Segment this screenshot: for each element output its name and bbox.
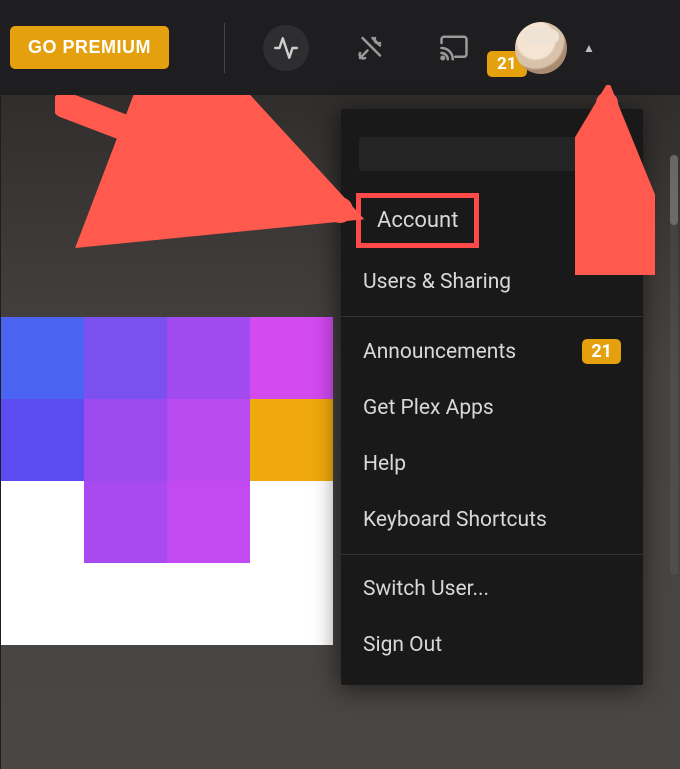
menu-item-keyboard-shortcuts[interactable]: Keyboard Shortcuts (341, 492, 643, 548)
activity-icon[interactable] (263, 25, 309, 71)
announcements-badge: 21 (582, 339, 621, 364)
menu-item-label: Keyboard Shortcuts (363, 508, 547, 532)
menu-item-label: Help (363, 452, 406, 476)
caret-up-icon: ▲ (583, 41, 595, 55)
cast-icon[interactable] (431, 25, 477, 71)
menu-search-field[interactable] (359, 137, 625, 171)
top-toolbar: GO PREMIUM 21 ▲ (0, 0, 680, 95)
scrollbar-thumb[interactable] (670, 155, 678, 225)
menu-item-account[interactable]: Account (356, 193, 479, 248)
avatar (515, 22, 567, 74)
menu-item-label: Get Plex Apps (363, 396, 494, 420)
settings-tools-icon[interactable] (347, 25, 393, 71)
menu-item-announcements[interactable]: Announcements 21 (341, 323, 643, 380)
menu-divider (341, 316, 643, 317)
scrollbar[interactable] (670, 155, 678, 575)
go-premium-button[interactable]: GO PREMIUM (10, 26, 169, 69)
toolbar-divider (224, 23, 225, 73)
menu-item-label: Announcements (363, 340, 516, 364)
menu-item-sign-out[interactable]: Sign Out (341, 617, 643, 673)
user-dropdown-menu: Account Users & Sharing Announcements 21… (341, 109, 643, 685)
menu-item-users-sharing[interactable]: Users & Sharing (341, 254, 643, 310)
menu-divider (341, 554, 643, 555)
menu-item-get-plex-apps[interactable]: Get Plex Apps (341, 380, 643, 436)
menu-item-switch-user[interactable]: Switch User... (341, 561, 643, 617)
content-area: Account Users & Sharing Announcements 21… (0, 95, 680, 769)
menu-item-help[interactable]: Help (341, 436, 643, 492)
redacted-image (1, 317, 333, 645)
menu-item-label: Account (377, 208, 458, 233)
menu-item-label: Switch User... (363, 577, 489, 601)
user-menu-button[interactable]: 21 ▲ (515, 22, 595, 74)
menu-item-label: Users & Sharing (363, 270, 511, 294)
menu-item-label: Sign Out (363, 633, 442, 657)
